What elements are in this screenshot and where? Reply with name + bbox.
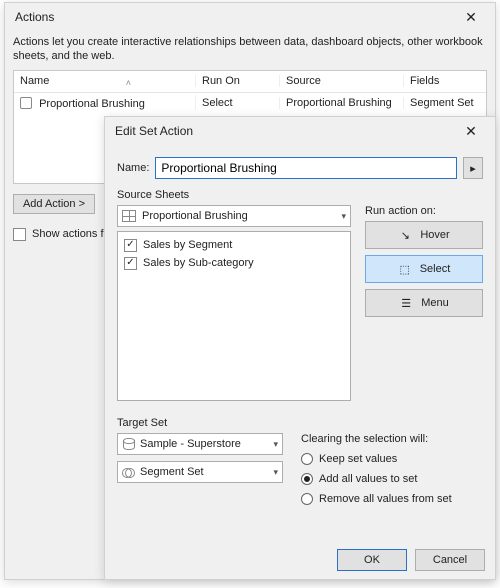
- radio-add-label: Add all values to set: [319, 473, 417, 485]
- modal-title: Edit Set Action: [115, 124, 451, 138]
- sheet-label: Sales by Segment: [143, 239, 232, 251]
- source-combo-label: Proportional Brushing: [142, 210, 248, 222]
- radio-remove-label: Remove all values from set: [319, 493, 452, 505]
- chevron-down-icon: ▾: [341, 211, 346, 222]
- name-label: Name:: [117, 162, 149, 174]
- radio-keep[interactable]: Keep set values: [301, 449, 483, 469]
- source-left: Proportional Brushing ▾ Sales by Segment…: [117, 205, 351, 401]
- datasource-icon: [122, 438, 134, 450]
- menu-icon: ☰: [399, 296, 413, 310]
- add-action-button[interactable]: Add Action >: [13, 194, 95, 214]
- run-select-button[interactable]: ⬚ Select: [365, 255, 483, 283]
- radio-icon: [301, 473, 313, 485]
- datasource-label: Sample - Superstore: [140, 438, 241, 450]
- hover-icon: ↘: [398, 228, 412, 242]
- run-action-label: Run action on:: [365, 205, 483, 217]
- name-menu-button[interactable]: ▸: [463, 157, 483, 179]
- col-run-on[interactable]: Run On: [196, 75, 280, 87]
- clearing-label: Clearing the selection will:: [301, 433, 483, 445]
- col-name[interactable]: Name ˄: [14, 75, 196, 87]
- col-name-label: Name: [20, 75, 49, 87]
- row-run-on: Select: [196, 97, 280, 109]
- table-row[interactable]: Proportional Brushing Select Proportiona…: [14, 93, 486, 113]
- chevron-down-icon: ▾: [273, 467, 278, 478]
- col-fields[interactable]: Fields: [404, 75, 486, 87]
- close-icon[interactable]: ✕: [451, 5, 491, 29]
- run-menu-button[interactable]: ☰ Menu: [365, 289, 483, 317]
- dialog-buttons: OK Cancel: [337, 549, 485, 571]
- actions-description: Actions let you create interactive relat…: [13, 35, 487, 64]
- set-label: Segment Set: [140, 466, 204, 478]
- edit-set-action-dialog: Edit Set Action ✕ Name: ▸ Source Sheets …: [104, 116, 496, 580]
- list-item[interactable]: Sales by Segment: [124, 236, 344, 254]
- target-set-block: Target Set Sample - Superstore ▾ Segment…: [117, 417, 483, 509]
- list-item[interactable]: Sales by Sub-category: [124, 254, 344, 272]
- select-icon: ⬚: [398, 262, 412, 276]
- grid-header: Name ˄ Run On Source Fields: [14, 71, 486, 93]
- modal-body: Name: ▸ Source Sheets Proportional Brush…: [105, 145, 495, 519]
- source-sheets-label: Source Sheets: [117, 189, 483, 201]
- sort-caret-icon: ˄: [126, 78, 131, 88]
- clearing-col: Clearing the selection will: Keep set va…: [301, 433, 483, 509]
- run-hover-label: Hover: [420, 229, 449, 241]
- cancel-button[interactable]: Cancel: [415, 549, 485, 571]
- sheet-checkbox[interactable]: [124, 239, 137, 252]
- show-actions-checkbox[interactable]: [13, 228, 26, 241]
- run-menu-label: Menu: [421, 297, 449, 309]
- datasource-combo[interactable]: Sample - Superstore ▾: [117, 433, 283, 455]
- source-sheet-combo[interactable]: Proportional Brushing ▾: [117, 205, 351, 227]
- row-fields: Segment Set: [404, 97, 486, 109]
- name-row: Name: ▸: [117, 157, 483, 179]
- close-icon[interactable]: ✕: [451, 119, 491, 143]
- radio-remove[interactable]: Remove all values from set: [301, 489, 483, 509]
- chevron-down-icon: ▾: [273, 439, 278, 450]
- radio-icon: [301, 453, 313, 465]
- target-row: Sample - Superstore ▾ Segment Set ▾ Clea…: [117, 433, 483, 509]
- sheet-label: Sales by Sub-category: [143, 257, 254, 269]
- set-action-icon: [20, 97, 32, 109]
- sheet-checkbox[interactable]: [124, 257, 137, 270]
- actions-titlebar: Actions ✕: [5, 3, 495, 31]
- col-source[interactable]: Source: [280, 75, 404, 87]
- radio-keep-label: Keep set values: [319, 453, 397, 465]
- target-set-label: Target Set: [117, 417, 483, 429]
- source-row: Proportional Brushing ▾ Sales by Segment…: [117, 205, 483, 401]
- show-actions-label: Show actions for: [32, 228, 113, 240]
- radio-icon: [301, 493, 313, 505]
- ok-button[interactable]: OK: [337, 549, 407, 571]
- name-input[interactable]: [155, 157, 457, 179]
- run-select-label: Select: [420, 263, 451, 275]
- sheet-list: Sales by Segment Sales by Sub-category: [117, 231, 351, 401]
- modal-titlebar: Edit Set Action ✕: [105, 117, 495, 145]
- run-action-col: Run action on: ↘ Hover ⬚ Select ☰ Menu: [365, 205, 483, 401]
- row-name: Proportional Brushing: [39, 98, 145, 110]
- set-combo[interactable]: Segment Set ▾: [117, 461, 283, 483]
- target-left: Sample - Superstore ▾ Segment Set ▾: [117, 433, 283, 509]
- row-source: Proportional Brushing: [280, 97, 404, 109]
- set-icon: [122, 466, 134, 478]
- dashboard-icon: [122, 210, 136, 222]
- arrow-right-icon: ▸: [470, 162, 476, 175]
- run-hover-button[interactable]: ↘ Hover: [365, 221, 483, 249]
- radio-add[interactable]: Add all values to set: [301, 469, 483, 489]
- actions-title: Actions: [15, 10, 451, 24]
